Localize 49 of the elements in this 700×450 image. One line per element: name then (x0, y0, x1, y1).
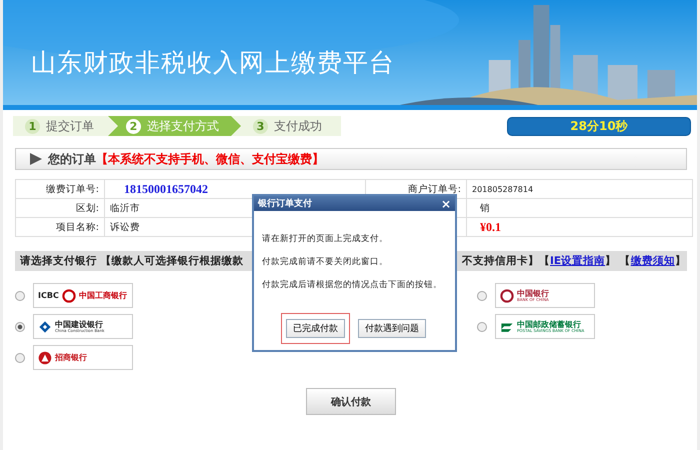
field-value: ¥0.1 (479, 220, 501, 234)
field-value: 诉讼费 (110, 222, 140, 232)
dialog-title: 银行订单支付 (258, 197, 312, 210)
bank-name: 中国建设银行 (55, 320, 104, 328)
bank-name: 招商银行 (55, 354, 87, 362)
bank-emblem-icon (500, 288, 514, 302)
radio-button[interactable] (15, 322, 25, 332)
section-title: 您的订单 (48, 150, 96, 168)
site-title: 山东财政非税收入网上缴费平台 (31, 47, 395, 79)
dialog-message: 请在新打开的页面上完成支付。 (262, 233, 389, 245)
radio-button[interactable] (15, 352, 25, 362)
field-label: 商户订单号: (408, 184, 461, 194)
dialog-message: 付款完成后请根据您的情况点击下面的按钮。 (262, 279, 443, 291)
dialog-button[interactable]: 付款遇到问题 (358, 319, 426, 338)
step-item: 1 提交订单 (13, 116, 108, 136)
notice-text: 【本系统不支持手机、微信、支付宝缴费】 (96, 150, 324, 168)
step-item: 3 支付成功 (241, 116, 336, 136)
bar-text: 不支持信用卡】【 (462, 254, 550, 268)
bank-name: 中国银行 (517, 290, 549, 298)
help-link[interactable]: IE设置指南 (550, 254, 606, 268)
bank-emblem-icon (38, 350, 52, 364)
field-value: 临沂市 (110, 202, 140, 214)
radio-button[interactable] (15, 290, 25, 300)
bank-emblem-icon (38, 320, 52, 334)
radio-button[interactable] (477, 290, 487, 300)
field-value: 销 (479, 202, 490, 214)
field-label: 缴费订单号: (46, 184, 99, 194)
countdown-timer: 28分10秒 (507, 116, 691, 136)
confirm-payment-button[interactable]: 确认付款 (306, 388, 396, 415)
bank-emblem-icon (62, 288, 76, 302)
dialog-message: 付款完成前请不要关闭此窗口。 (262, 256, 389, 268)
bank-name: 中国邮政储蓄银行 (517, 320, 582, 328)
radio-button[interactable] (477, 322, 487, 332)
field-value: 18150001657042 (123, 182, 208, 196)
bar-text: 】 (674, 254, 686, 268)
bank-logo[interactable]: 招商银行 (33, 345, 133, 370)
help-link[interactable]: 缴费须知 (630, 254, 675, 268)
step-item: 2 选择支付方式 (108, 116, 241, 136)
triangle-icon (30, 153, 42, 165)
bar-text: 】 【 (605, 254, 631, 268)
field-value: 201805287814 (472, 184, 534, 194)
logo-mark: ICBC (38, 291, 59, 300)
bank-name: 中国工商银行 (78, 292, 127, 300)
field-label: 区划: (76, 202, 99, 214)
close-button[interactable]: × (440, 196, 451, 210)
bank-logo[interactable]: ICBC 中国工商银行 (33, 283, 133, 308)
dialog-button[interactable]: 已完成付款 (286, 319, 345, 338)
bar-text: 请选择支付银行 【缴款人可选择银行根据缴款 (20, 254, 245, 268)
field-label: 项目名称: (56, 222, 99, 232)
